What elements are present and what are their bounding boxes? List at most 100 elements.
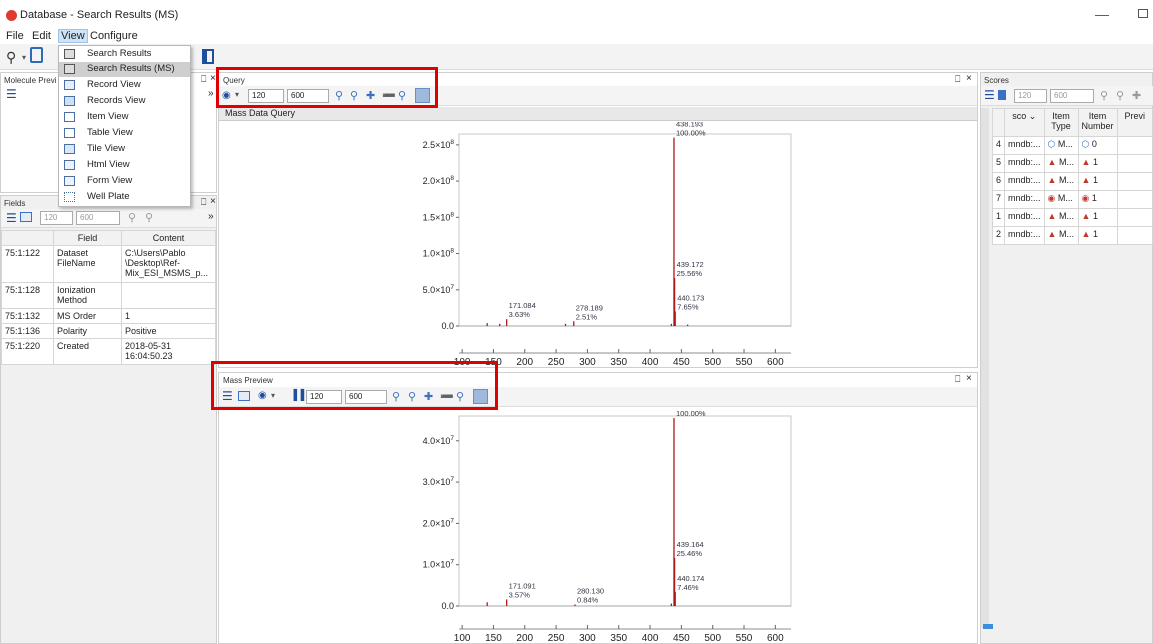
- range-to-input[interactable]: 600: [1050, 89, 1094, 103]
- menu-icon[interactable]: ☰: [984, 88, 995, 102]
- view-menu-item-search-results-ms[interactable]: Search Results (MS): [59, 62, 190, 77]
- view-menu-item-record-view[interactable]: Record View: [59, 78, 190, 93]
- spectrum-icon: ▲: [1081, 229, 1091, 239]
- highlight-preview-toolbar: [211, 361, 498, 410]
- peak-percent-label: 0.84%: [577, 595, 599, 604]
- table-icon[interactable]: [998, 90, 1006, 100]
- overflow-icon[interactable]: »: [208, 88, 214, 99]
- table-row[interactable]: 4 mndb:... ⬡ M... ⬡ 0: [991, 136, 1153, 155]
- x-tick-label: 100: [454, 633, 471, 644]
- float-icon[interactable]: ⎕: [955, 74, 960, 85]
- y-tick-label: 1.0×108: [423, 248, 455, 259]
- zoom-in-icon[interactable]: ⚲: [145, 211, 153, 224]
- spectrum-icon: ▲: [1081, 211, 1091, 221]
- binoculars-icon: [64, 64, 75, 74]
- table-row[interactable]: 75:1:122 Dataset FileName C:\Users\Pablo…: [1, 245, 216, 283]
- range-to-input[interactable]: 600: [76, 211, 120, 225]
- column-header-item-type[interactable]: Item Type: [1043, 108, 1079, 137]
- menu-file[interactable]: File: [6, 30, 24, 42]
- x-tick-label: 400: [642, 357, 659, 367]
- molecule-preview-title: Molecule Previ: [4, 76, 57, 85]
- zoom-plus-icon[interactable]: ✚: [1132, 89, 1141, 102]
- view-menu-item-records-view[interactable]: Records View: [59, 94, 190, 109]
- column-header-preview[interactable]: Previ: [1116, 108, 1153, 137]
- table-row[interactable]: 5 mndb:... ▲ M... ▲ 1: [991, 154, 1153, 173]
- menu-icon[interactable]: ☰: [6, 87, 17, 101]
- view-menu-item-search-results[interactable]: Search Results: [59, 47, 190, 62]
- table-row[interactable]: 75:1:136 Polarity Positive: [1, 323, 216, 339]
- fields-grid: Field Content 75:1:122 Dataset FileName …: [1, 230, 216, 365]
- overflow-icon[interactable]: »: [208, 211, 214, 222]
- maximize-button[interactable]: [1138, 9, 1148, 18]
- menu-icon[interactable]: ☰: [6, 211, 17, 225]
- view-menu-item-well-plate[interactable]: Well Plate: [59, 190, 190, 205]
- view-menu-item-html-view[interactable]: Html View: [59, 158, 190, 173]
- molecule-icon: ⬡: [1047, 139, 1056, 149]
- peak-mz-label: 440.173: [677, 294, 704, 303]
- table-row[interactable]: 1 mndb:... ▲ M... ▲ 1: [991, 208, 1153, 227]
- y-tick-label: 4.0×107: [423, 435, 455, 446]
- float-icon[interactable]: ⎕: [201, 197, 206, 208]
- scroll-indicator[interactable]: [983, 624, 993, 629]
- x-tick-label: 350: [610, 357, 627, 367]
- column-header-score[interactable]: sco ⌄: [1004, 108, 1045, 137]
- y-tick-label: 1.5×108: [423, 211, 455, 222]
- float-icon[interactable]: ⎕: [955, 374, 960, 385]
- peak-percent-label: 2.51%: [576, 312, 598, 321]
- minimize-button[interactable]: —: [1095, 6, 1109, 22]
- tile-icon: [64, 144, 75, 154]
- table-row[interactable]: 75:1:128 Ionization Method: [1, 282, 216, 309]
- table-row[interactable]: 6 mndb:... ▲ M... ▲ 1: [991, 172, 1153, 191]
- view-menu-item-form-view[interactable]: Form View: [59, 174, 190, 189]
- menu-bar: [0, 27, 1153, 43]
- menu-edit[interactable]: Edit: [32, 30, 51, 42]
- view-menu-item-table-view[interactable]: Table View: [59, 126, 190, 141]
- menu-view[interactable]: View: [58, 29, 88, 43]
- peak-percent-label: 100.00%: [676, 409, 706, 418]
- zoom-out-icon[interactable]: ⚲: [128, 211, 136, 224]
- table-icon[interactable]: [20, 212, 32, 222]
- target-icon: ◉: [1081, 193, 1090, 203]
- peak-mz-label: 171.091: [509, 581, 536, 590]
- export-icon[interactable]: [202, 49, 214, 64]
- column-header-item-number[interactable]: Item Number: [1077, 108, 1118, 137]
- close-icon[interactable]: ×: [210, 196, 216, 207]
- spectrum-icon: ▲: [1081, 157, 1091, 167]
- table-row[interactable]: 2 mndb:... ▲ M... ▲ 1: [991, 226, 1153, 245]
- x-tick-label: 550: [736, 357, 753, 367]
- view-menu-item-item-view[interactable]: Item View: [59, 110, 190, 125]
- close-icon[interactable]: ×: [210, 73, 216, 84]
- peak-mz-label: 439.164: [677, 540, 704, 549]
- document-icon[interactable]: [30, 47, 43, 63]
- highlight-query-toolbar: [216, 67, 438, 108]
- peak-percent-label: 7.46%: [677, 583, 699, 592]
- close-icon[interactable]: ×: [966, 373, 972, 384]
- x-tick-label: 550: [736, 633, 753, 644]
- search-icon[interactable]: ⚲: [6, 49, 16, 66]
- column-header-content[interactable]: Content: [121, 230, 216, 246]
- menu-configure[interactable]: Configure: [90, 30, 138, 42]
- html-icon: [64, 160, 75, 170]
- view-menu-item-tile-view[interactable]: Tile View: [59, 142, 190, 157]
- range-from-input[interactable]: 120: [1014, 89, 1047, 103]
- float-icon[interactable]: ⎕: [201, 74, 206, 85]
- view-menu-dropdown: Search Results Search Results (MS) Recor…: [58, 45, 191, 207]
- column-header-field[interactable]: Field: [53, 230, 122, 246]
- x-tick-label: 300: [579, 633, 596, 644]
- zoom-in-icon[interactable]: ⚲: [1116, 89, 1124, 102]
- plot-area: [458, 133, 792, 327]
- scores-title: Scores: [984, 76, 1009, 85]
- range-from-input[interactable]: 120: [40, 211, 73, 225]
- spectrum-icon: ▲: [1047, 211, 1057, 221]
- x-tick-label: 250: [548, 633, 565, 644]
- app-logo-icon: [6, 10, 17, 21]
- table-row[interactable]: 75:1:220 Created 2018-05-31 16:04:50.23: [1, 338, 216, 365]
- zoom-out-icon[interactable]: ⚲: [1100, 89, 1108, 102]
- mass-data-query-header: Mass Data Query: [219, 107, 977, 121]
- close-icon[interactable]: ×: [966, 73, 972, 84]
- peak-mz-label: 439.172: [677, 260, 704, 269]
- table-row[interactable]: 7 mndb:... ◉ M... ◉ 1: [991, 190, 1153, 209]
- chevron-down-icon[interactable]: ▾: [22, 53, 26, 62]
- x-tick-label: 350: [610, 633, 627, 644]
- table-row[interactable]: 75:1:132 MS Order 1: [1, 308, 216, 324]
